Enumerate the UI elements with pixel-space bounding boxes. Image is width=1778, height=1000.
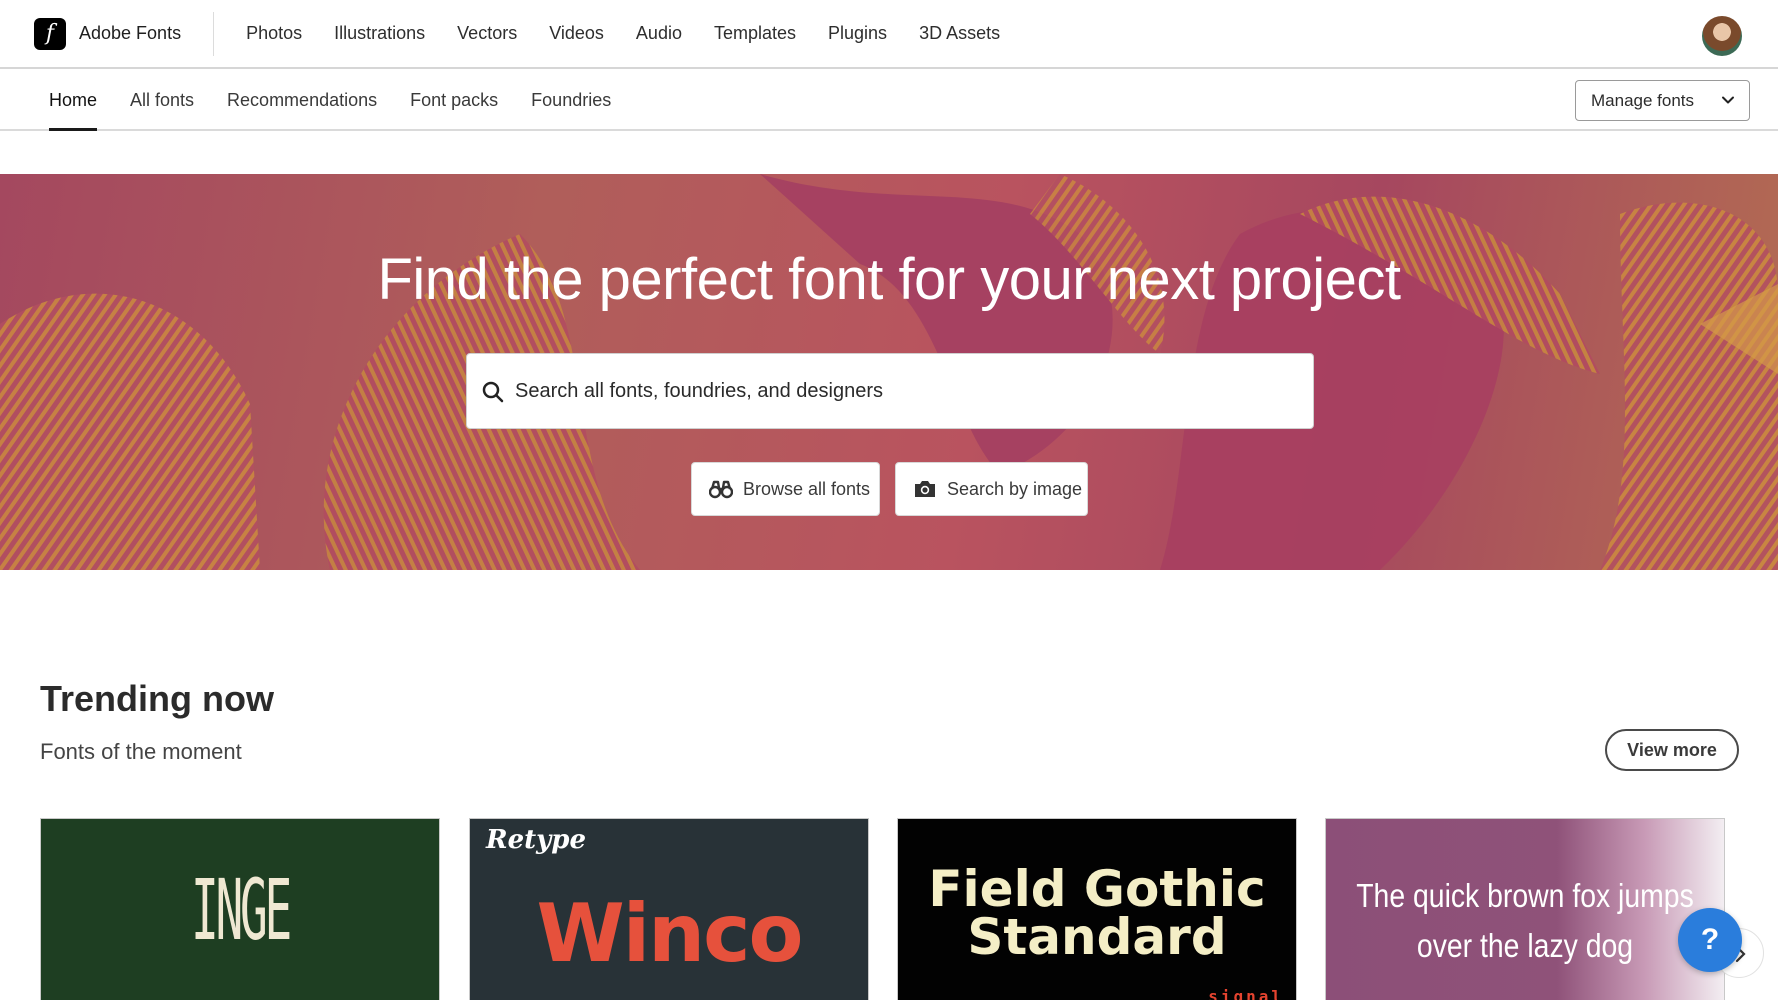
- search-by-image-button[interactable]: Search by image: [895, 462, 1088, 516]
- font-search-box: [466, 353, 1314, 429]
- font-sample-line-2: Standard: [967, 908, 1227, 966]
- tab-recommendations[interactable]: Recommendations: [227, 71, 377, 129]
- view-more-button[interactable]: View more: [1605, 729, 1739, 771]
- global-links: Photos Illustrations Vectors Videos Audi…: [230, 23, 1016, 44]
- tab-font-packs[interactable]: Font packs: [410, 71, 498, 129]
- search-by-image-label: Search by image: [947, 478, 1083, 499]
- help-button[interactable]: ?: [1678, 908, 1742, 972]
- manage-fonts-label: Manage fonts: [1591, 90, 1695, 110]
- tab-all-fonts[interactable]: All fonts: [130, 71, 194, 129]
- browse-all-fonts-button[interactable]: Browse all fonts: [691, 462, 880, 516]
- font-card-pangram[interactable]: The quick brown fox jumps over the lazy …: [1325, 818, 1725, 1000]
- global-nav-videos[interactable]: Videos: [549, 23, 604, 44]
- adobe-fonts-logo-icon: f: [34, 17, 66, 50]
- font-card-field-gothic[interactable]: Field Gothic Standard signal: [897, 818, 1297, 1000]
- chevron-down-icon: [1722, 96, 1734, 104]
- global-nav-illustrations[interactable]: Illustrations: [334, 23, 425, 44]
- font-card-inge[interactable]: INGE: [40, 818, 440, 1000]
- nav-divider: [213, 11, 215, 56]
- logo-letter: f: [45, 21, 55, 46]
- font-sample-text: INGE: [190, 861, 292, 959]
- binoculars-icon: [709, 480, 733, 499]
- font-search-input[interactable]: [515, 379, 1313, 403]
- global-nav-vectors[interactable]: Vectors: [457, 23, 517, 44]
- hero-title: Find the perfect font for your next proj…: [377, 247, 1401, 312]
- sub-nav: Home All fonts Recommendations Font pack…: [0, 71, 1778, 131]
- hero-banner: Find the perfect font for your next proj…: [0, 174, 1778, 570]
- font-sample-text: Winco: [536, 887, 804, 980]
- tab-foundries[interactable]: Foundries: [531, 71, 611, 129]
- trending-title: Trending now: [40, 678, 274, 719]
- global-nav: f Adobe Fonts Photos Illustrations Vecto…: [0, 0, 1778, 69]
- font-card-tag: signal: [1208, 987, 1284, 1000]
- font-card-winco[interactable]: Retype Winco: [469, 818, 869, 1000]
- global-nav-plugins[interactable]: Plugins: [828, 23, 887, 44]
- font-sample-line-2: over the lazy dog: [1416, 927, 1634, 964]
- brand[interactable]: f Adobe Fonts: [0, 0, 181, 67]
- avatar[interactable]: [1702, 16, 1742, 56]
- font-sample-line-1: The quick brown fox jumps: [1356, 877, 1694, 914]
- font-sample-text: Field Gothic Standard: [898, 860, 1296, 966]
- browse-all-fonts-label: Browse all fonts: [743, 478, 871, 499]
- sub-nav-links: Home All fonts Recommendations Font pack…: [49, 71, 644, 131]
- font-sample-line-1: Field Gothic: [928, 860, 1266, 918]
- foundry-logo: Retype: [486, 825, 586, 855]
- brand-name[interactable]: Adobe Fonts: [79, 23, 181, 44]
- search-icon: [482, 381, 504, 403]
- global-nav-3d-assets[interactable]: 3D Assets: [919, 23, 1000, 44]
- font-sample-text: The quick brown fox jumps over the lazy …: [1354, 871, 1696, 971]
- manage-fonts-dropdown[interactable]: Manage fonts: [1575, 80, 1750, 121]
- global-nav-photos[interactable]: Photos: [246, 23, 302, 44]
- global-nav-audio[interactable]: Audio: [636, 23, 682, 44]
- tab-home[interactable]: Home: [49, 71, 98, 131]
- camera-icon: [915, 481, 935, 497]
- global-nav-templates[interactable]: Templates: [714, 23, 796, 44]
- trending-subtitle: Fonts of the moment: [40, 739, 242, 764]
